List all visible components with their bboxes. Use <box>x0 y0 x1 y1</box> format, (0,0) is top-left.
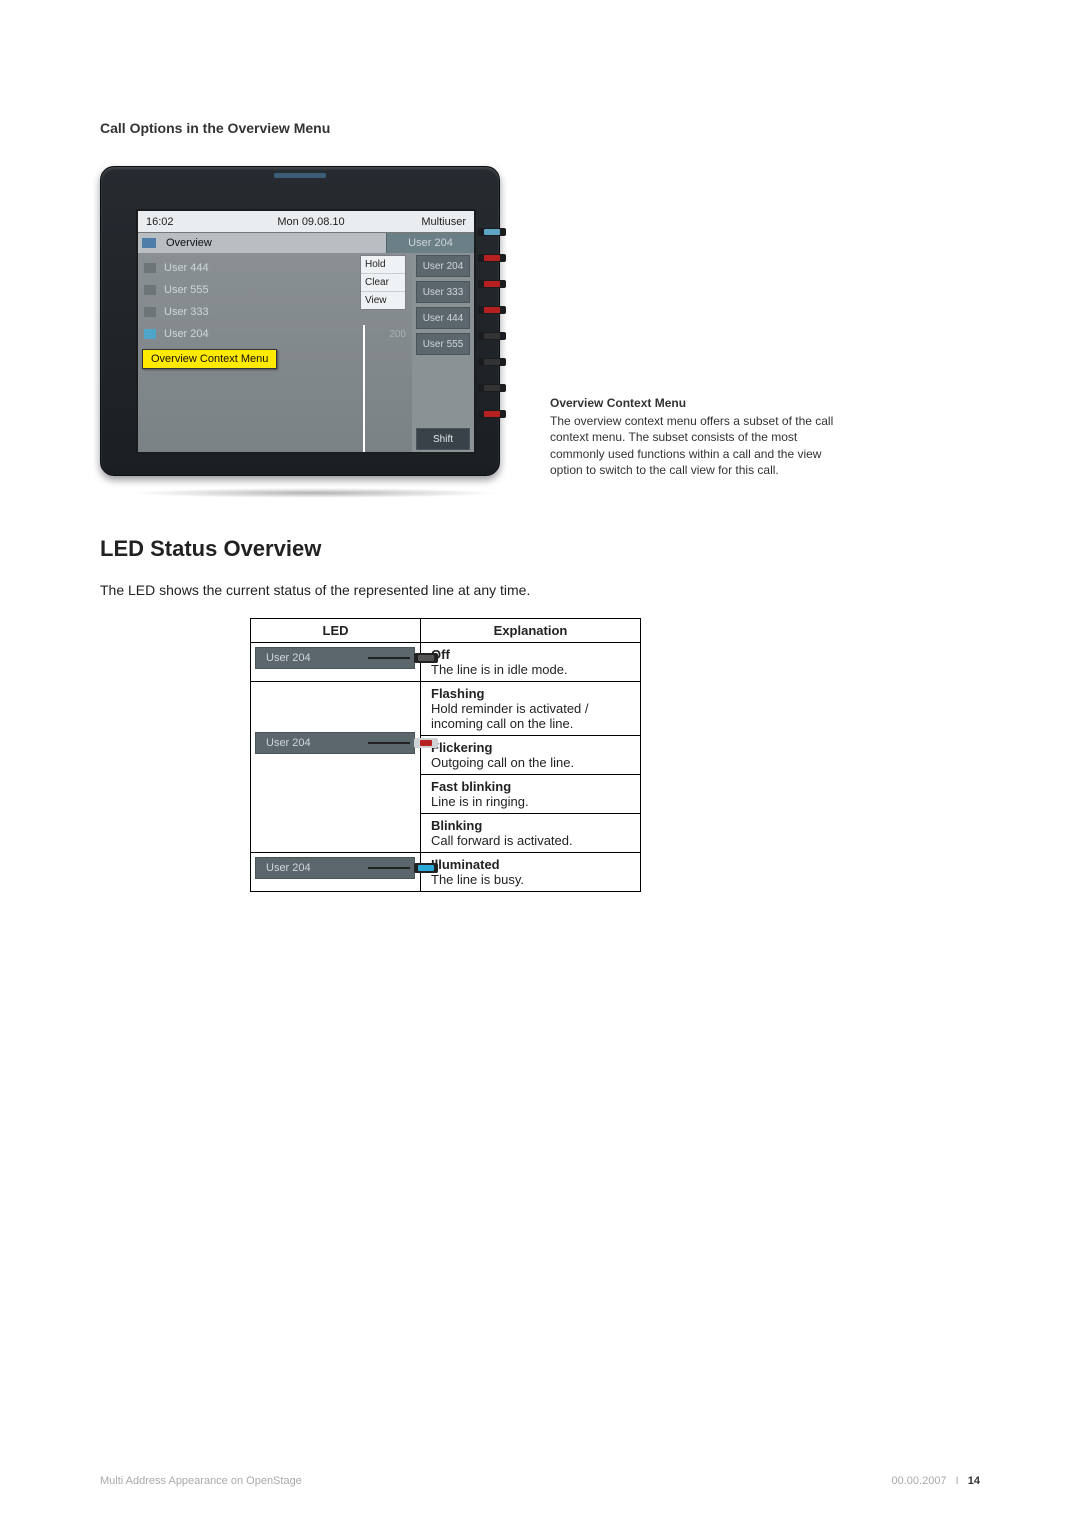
phone-screenshot: 16:02 Mon 09.08.10 Multiuser Overview Us… <box>100 166 520 496</box>
led-status-table: LED Explanation User 204 Off The line is… <box>250 618 641 892</box>
status-mode: Multiuser <box>384 216 474 228</box>
annotation-text: Overview Context Menu The overview conte… <box>550 395 850 478</box>
overview-label: Overview <box>166 237 212 249</box>
led-illustration-flashing: User 204 <box>255 732 415 754</box>
led-illustration-on: User 204 <box>255 857 415 879</box>
line-key[interactable]: User 333 <box>416 281 470 303</box>
section-heading: LED Status Overview <box>100 536 980 562</box>
led-strip <box>478 228 484 418</box>
context-menu-item[interactable]: View <box>361 292 405 309</box>
status-time: 16:02 <box>138 216 238 228</box>
line-key[interactable]: User 444 <box>416 307 470 329</box>
line-key[interactable]: User 555 <box>416 333 470 355</box>
annotation-title: Overview Context Menu <box>550 395 850 411</box>
active-tab[interactable]: User 204 <box>386 233 474 253</box>
shift-key[interactable]: Shift <box>416 428 470 450</box>
annotation-callout: Overview Context Menu <box>142 349 277 369</box>
footer-page-number: 14 <box>968 1475 980 1487</box>
overview-context-menu[interactable]: Hold Clear View <box>360 255 406 310</box>
figure-title: Call Options in the Overview Menu <box>100 120 980 136</box>
table-head-explanation: Explanation <box>421 619 641 643</box>
section-lead: The LED shows the current status of the … <box>100 582 980 598</box>
line-key[interactable]: User 204 <box>416 255 470 277</box>
table-cell: Flickering Outgoing call on the line. <box>421 736 641 775</box>
overview-icon <box>142 238 156 248</box>
status-date: Mon 09.08.10 <box>238 216 384 228</box>
annotation-body: The overview context menu offers a subse… <box>550 413 850 478</box>
list-item[interactable]: User 204200 <box>144 323 406 345</box>
table-cell: Flashing Hold reminder is activated / in… <box>421 682 641 736</box>
led-illustration-off: User 204 <box>255 647 415 669</box>
footer-title: Multi Address Appearance on OpenStage <box>100 1475 302 1487</box>
table-head-led: LED <box>251 619 421 643</box>
table-cell: Fast blinking Line is in ringing. <box>421 775 641 814</box>
table-cell: Illuminated The line is busy. <box>421 853 641 892</box>
table-cell: Blinking Call forward is activated. <box>421 814 641 853</box>
table-cell: Off The line is in idle mode. <box>421 643 641 682</box>
footer-date: 00.00.2007 <box>892 1475 947 1487</box>
context-menu-item[interactable]: Clear <box>361 274 405 292</box>
context-menu-item[interactable]: Hold <box>361 256 405 274</box>
page-footer: Multi Address Appearance on OpenStage 00… <box>100 1475 980 1487</box>
